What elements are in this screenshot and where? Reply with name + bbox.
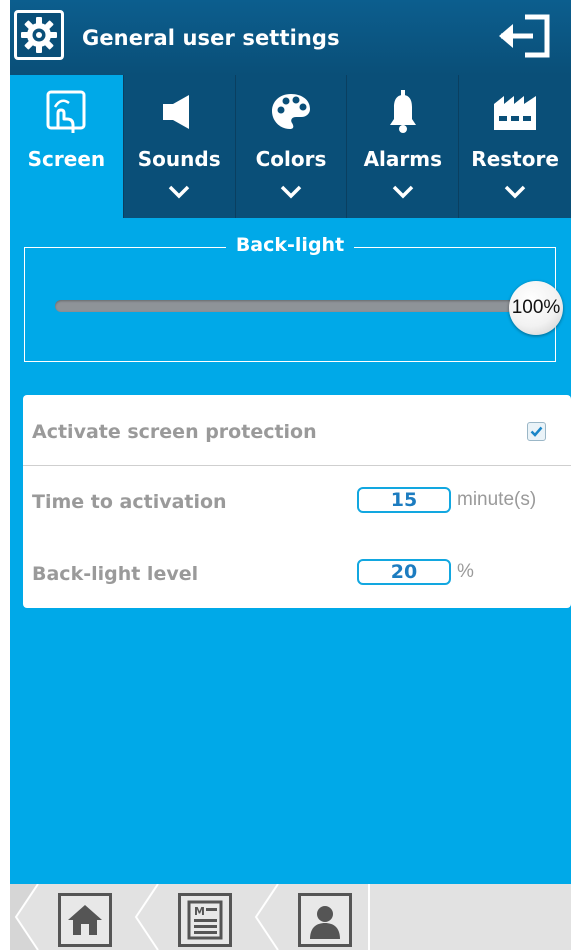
activate-protection-row: Activate screen protection [23,395,571,467]
settings-tabs: Screen Sounds Colors Alarms Restore [10,75,571,218]
home-icon[interactable] [58,893,112,947]
tab-alarms[interactable]: Alarms [347,75,460,218]
activate-protection-label: Activate screen protection [32,421,317,443]
backlight-level-label: Back-light level [32,563,199,585]
gear-icon[interactable] [14,10,64,60]
tab-sounds-label: Sounds [137,147,221,171]
backlight-legend-label: Back-light [225,234,355,256]
tab-colors[interactable]: Colors [235,75,348,218]
time-activation-row: Time to activation 15 minute(s) [23,467,571,539]
page-title: General user settings [82,26,340,50]
backlight-level-unit: % [457,561,474,582]
chevron-down-icon [124,181,235,203]
time-activation-unit: minute(s) [457,489,537,510]
user-icon[interactable] [298,893,352,947]
tab-sounds[interactable]: Sounds [123,75,236,218]
factory-icon [459,87,571,137]
menu-list-icon[interactable]: M [178,893,232,947]
tab-colors-label: Colors [255,147,327,171]
palette-icon [236,87,347,137]
bell-icon [347,87,458,137]
tab-screen-label: Screen [27,147,106,171]
time-activation-input[interactable]: 15 [357,487,451,513]
chevron-down-icon [459,181,571,203]
time-activation-label: Time to activation [32,491,227,513]
backlight-value: 100% [511,297,561,318]
tab-screen[interactable]: Screen [10,75,124,218]
speaker-icon [124,87,235,137]
backlight-slider-track[interactable] [55,300,515,312]
row-divider [23,465,571,466]
tab-alarms-label: Alarms [363,147,443,171]
backlight-group: Back-light 100% [24,234,563,362]
screen-protection-panel: Activate screen protection Time to activ… [23,395,571,608]
chevron-down-icon [236,181,347,203]
backlight-level-input[interactable]: 20 [357,559,451,585]
backlight-legend: Back-light [25,234,555,256]
svg-text:M: M [194,905,205,918]
backlight-level-row: Back-light level 20 % [23,539,571,611]
chevron-down-icon [347,181,458,203]
header-bar: General user settings [10,0,571,76]
tab-restore[interactable]: Restore [459,75,571,218]
backlight-slider-knob[interactable]: 100% [509,281,563,335]
exit-icon[interactable] [495,12,555,60]
tab-restore-label: Restore [471,147,559,171]
bottom-nav-bar: M [10,884,571,950]
touch-screen-icon [10,87,123,137]
activate-protection-checkbox[interactable] [527,422,546,441]
app-window: General user settings Screen Sounds Colo… [10,0,571,950]
